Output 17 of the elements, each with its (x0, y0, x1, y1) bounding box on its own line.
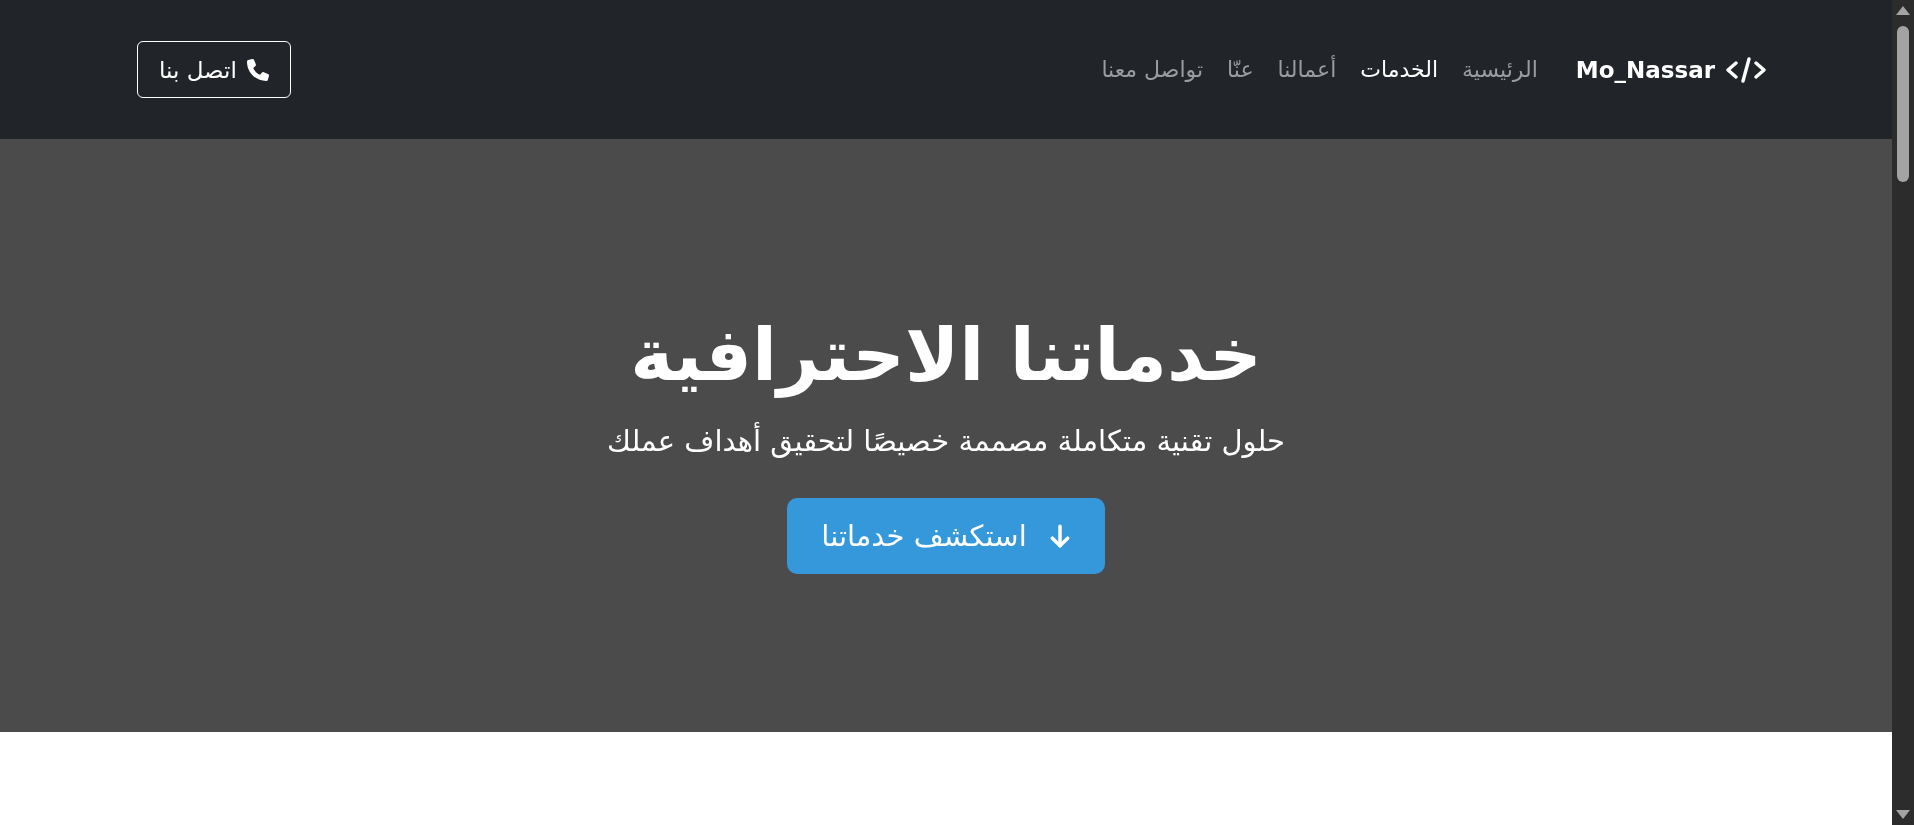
scroll-up-arrow-icon[interactable] (1896, 6, 1910, 15)
explore-services-button[interactable]: استكشف خدماتنا (787, 497, 1105, 574)
scroll-down-arrow-icon[interactable] (1896, 810, 1910, 819)
arrow-down-icon (1048, 523, 1071, 548)
nav-link[interactable]: أعمالنا (1265, 57, 1349, 82)
hero-subtitle: حلول تقنية متكاملة مصممة خصيصًا لتحقيق أهداف عملك (607, 421, 1285, 460)
nav-link[interactable]: عنّا (1215, 57, 1266, 82)
scrollbar-thumb[interactable] (1897, 26, 1909, 182)
hero-title: خدماتنا الاحترافية (630, 311, 1262, 399)
code-icon (1726, 56, 1766, 83)
nav-link[interactable]: الرئيسية (1450, 57, 1550, 82)
contact-button[interactable]: اتصل بنا (137, 41, 291, 98)
phone-icon (246, 58, 269, 81)
scrollbar[interactable] (1892, 0, 1914, 825)
brand-logo[interactable]: Mo_Nassar (1575, 56, 1766, 83)
nav-link[interactable]: الخدمات (1348, 57, 1450, 82)
nav-link[interactable]: تواصل معنا (1089, 57, 1216, 82)
